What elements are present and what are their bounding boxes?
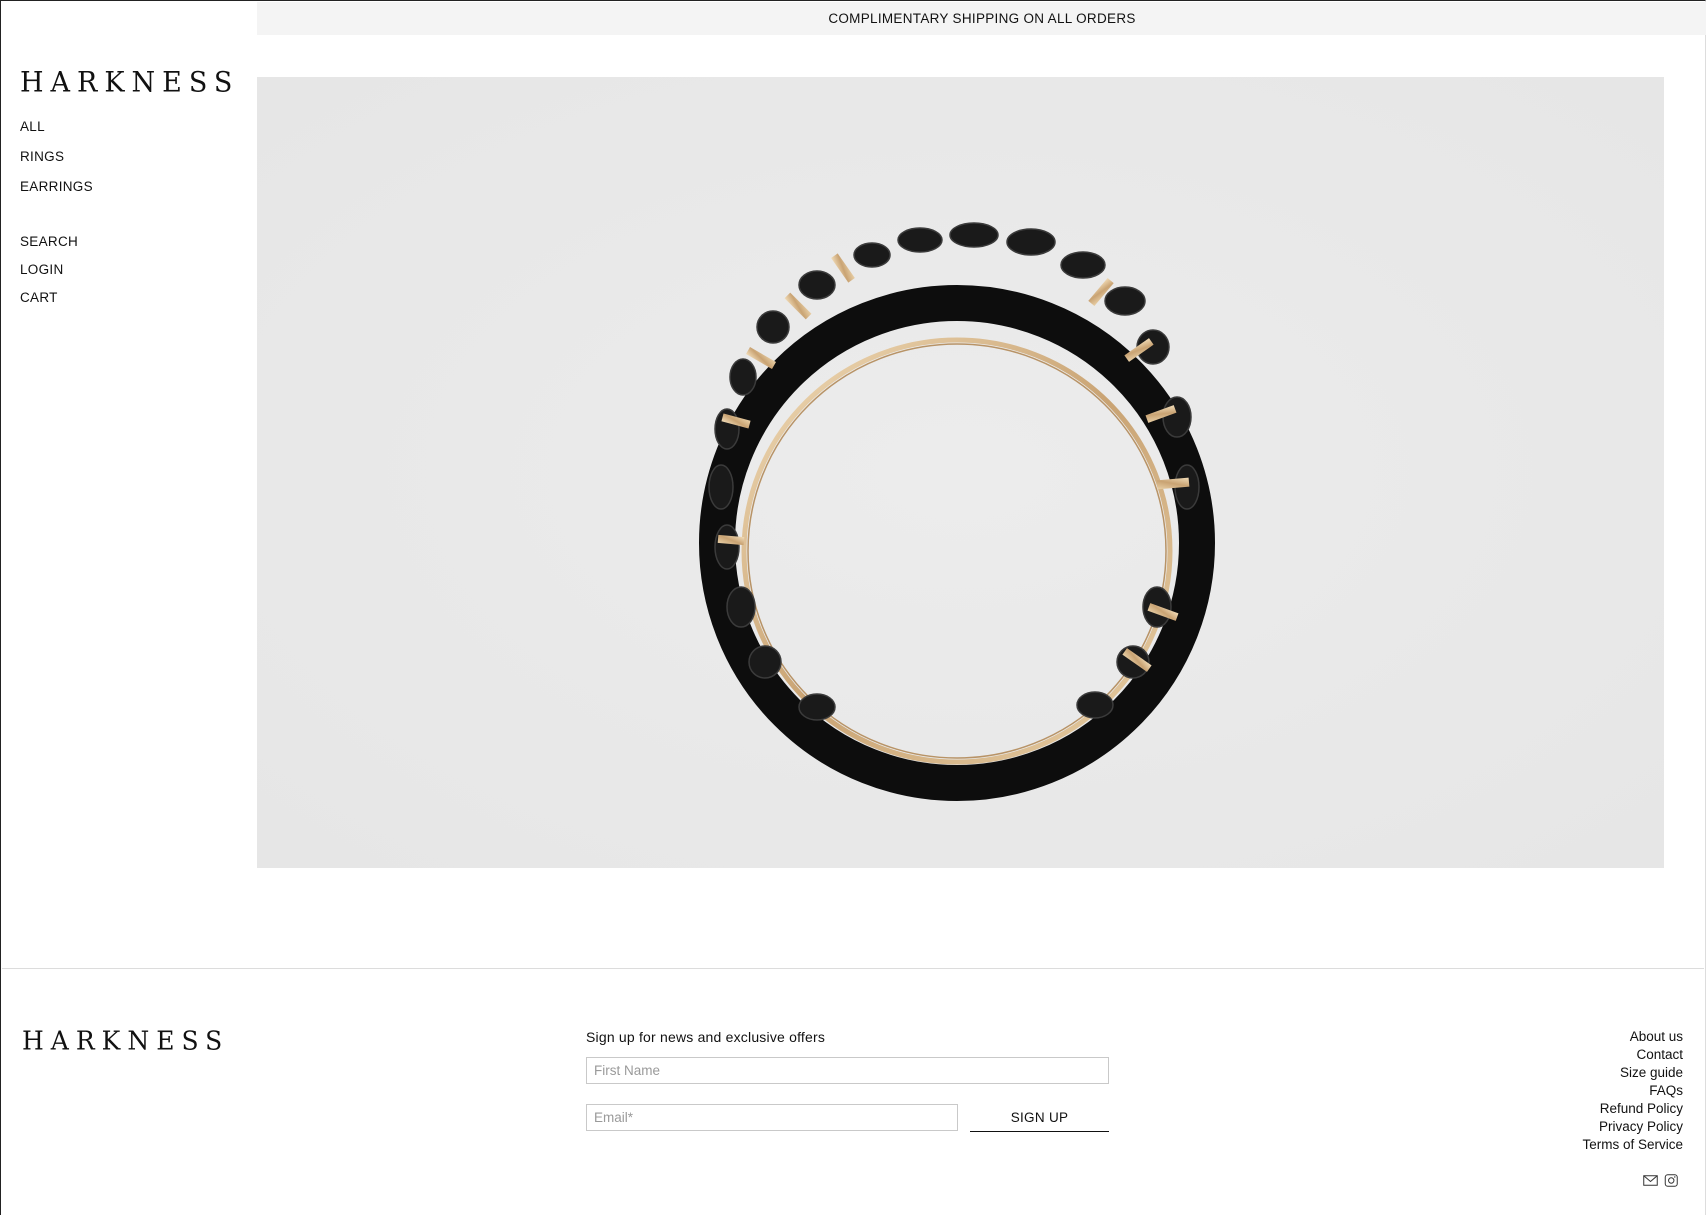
nav-item-search[interactable]: SEARCH: [20, 234, 78, 249]
ring-illustration: [257, 77, 1664, 868]
nav-item-rings[interactable]: RINGS: [20, 149, 93, 164]
footer-link-refund-policy[interactable]: Refund Policy: [1600, 1101, 1683, 1116]
mail-icon[interactable]: [1643, 1174, 1658, 1187]
nav-item-earrings[interactable]: EARRINGS: [20, 179, 93, 194]
instagram-icon[interactable]: [1664, 1174, 1679, 1187]
email-input[interactable]: [586, 1104, 958, 1131]
footer-divider: [2, 968, 1704, 969]
announcement-bar: COMPLIMENTARY SHIPPING ON ALL ORDERS: [257, 2, 1706, 35]
hero-image[interactable]: [257, 77, 1664, 868]
footer-link-privacy-policy[interactable]: Privacy Policy: [1599, 1119, 1683, 1134]
secondary-nav: SEARCH LOGIN CART: [20, 234, 78, 318]
footer-links: About us Contact Size guide FAQs Refund …: [1582, 1029, 1683, 1155]
nav-item-all[interactable]: ALL: [20, 119, 93, 134]
footer-link-contact[interactable]: Contact: [1636, 1047, 1683, 1062]
page-frame: COMPLIMENTARY SHIPPING ON ALL ORDERS HAR…: [0, 0, 1706, 1215]
brand-logo[interactable]: HARKNESS: [20, 66, 239, 99]
nav-item-cart[interactable]: CART: [20, 290, 78, 305]
first-name-input[interactable]: [586, 1057, 1109, 1084]
announcement-text: COMPLIMENTARY SHIPPING ON ALL ORDERS: [828, 11, 1136, 26]
footer-link-about-us[interactable]: About us: [1630, 1029, 1683, 1044]
footer-brand-logo[interactable]: HARKNESS: [22, 1025, 229, 1055]
signup-heading: Sign up for news and exclusive offers: [586, 1029, 826, 1045]
footer-link-size-guide[interactable]: Size guide: [1620, 1065, 1683, 1080]
nav-item-login[interactable]: LOGIN: [20, 262, 78, 277]
footer-link-faqs[interactable]: FAQs: [1649, 1083, 1683, 1098]
primary-nav: ALL RINGS EARRINGS: [20, 119, 93, 209]
footer-link-terms-of-service[interactable]: Terms of Service: [1582, 1137, 1683, 1152]
sign-up-button[interactable]: SIGN UP: [970, 1103, 1109, 1132]
social-links: [1643, 1174, 1679, 1187]
